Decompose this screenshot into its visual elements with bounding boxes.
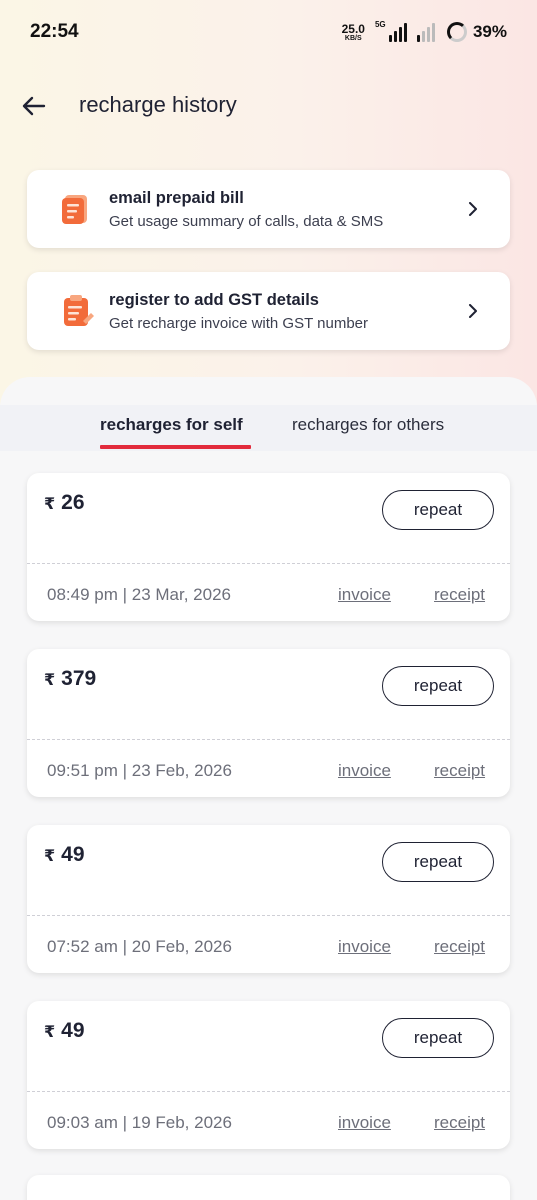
signal-no-service-icon xyxy=(416,22,435,42)
repeat-button[interactable]: repeat xyxy=(382,666,494,706)
app-header: recharge history xyxy=(0,76,537,136)
status-icons: 25.0 KB/S 5G 39% xyxy=(342,20,507,42)
tab-recharges-for-self[interactable]: recharges for self xyxy=(100,415,243,435)
network-speed: 25.0 KB/S xyxy=(342,23,365,42)
chevron-right-icon xyxy=(469,202,477,216)
rupee-symbol: ₹ xyxy=(44,496,56,513)
active-tab-indicator xyxy=(100,445,251,449)
divider xyxy=(27,739,510,740)
promo-title: email prepaid bill xyxy=(109,188,244,207)
recharge-card: ₹49 repeat 07:52 am | 20 Feb, 2026 invoi… xyxy=(27,825,510,973)
amount-value: 49 xyxy=(61,843,85,866)
receipt-link[interactable]: receipt xyxy=(434,761,485,781)
receipt-link[interactable]: receipt xyxy=(434,1113,485,1133)
repeat-button[interactable]: repeat xyxy=(382,842,494,882)
promo-subtitle: Get recharge invoice with GST number xyxy=(109,314,369,332)
recharge-amount: ₹26 xyxy=(44,491,85,515)
network-type-label: 5G xyxy=(374,20,386,29)
divider xyxy=(27,1091,510,1092)
receipt-link[interactable]: receipt xyxy=(434,585,485,605)
invoice-link[interactable]: invoice xyxy=(338,1113,391,1133)
tab-recharges-for-others[interactable]: recharges for others xyxy=(292,415,444,435)
status-time: 22:54 xyxy=(30,21,79,42)
network-speed-unit: KB/S xyxy=(344,34,362,42)
network-speed-value: 25.0 xyxy=(341,21,365,36)
invoice-link[interactable]: invoice xyxy=(338,937,391,957)
page-title: recharge history xyxy=(79,92,237,117)
receipt-link[interactable]: receipt xyxy=(434,937,485,957)
promo-title: register to add GST details xyxy=(109,290,319,309)
repeat-button[interactable]: repeat xyxy=(382,1018,494,1058)
recharge-datetime: 07:52 am | 20 Feb, 2026 xyxy=(47,937,232,956)
rupee-symbol: ₹ xyxy=(44,848,56,865)
invoice-link[interactable]: invoice xyxy=(338,585,391,605)
battery-percent: 39% xyxy=(472,22,507,41)
rupee-symbol: ₹ xyxy=(44,1024,56,1041)
invoice-link[interactable]: invoice xyxy=(338,761,391,781)
signal-5g-icon: 5G xyxy=(374,20,407,42)
recharge-card: ₹379 repeat 09:51 pm | 23 Feb, 2026 invo… xyxy=(27,649,510,797)
recharge-amount: ₹49 xyxy=(44,843,85,867)
back-arrow-icon[interactable] xyxy=(20,92,48,120)
divider xyxy=(27,563,510,564)
repeat-button[interactable]: repeat xyxy=(382,490,494,530)
recharge-amount: ₹379 xyxy=(44,667,96,691)
recharge-datetime: 09:03 am | 19 Feb, 2026 xyxy=(47,1113,232,1132)
rupee-symbol: ₹ xyxy=(44,672,56,689)
register-gst-card[interactable]: register to add GST details Get recharge… xyxy=(27,272,510,350)
chevron-right-icon xyxy=(469,304,477,318)
amount-value: 26 xyxy=(61,491,85,514)
promo-text: register to add GST details Get recharge… xyxy=(109,291,466,332)
amount-value: 49 xyxy=(61,1019,85,1042)
recharge-card-partial xyxy=(27,1175,510,1200)
bill-document-icon xyxy=(62,195,87,224)
recharge-card: ₹49 repeat 09:03 am | 19 Feb, 2026 invoi… xyxy=(27,1001,510,1149)
promo-subtitle: Get usage summary of calls, data & SMS xyxy=(109,212,384,230)
gst-clipboard-icon xyxy=(64,295,94,326)
status-bar: 22:54 25.0 KB/S 5G 39% xyxy=(0,0,537,64)
amount-value: 379 xyxy=(61,667,97,690)
recharge-tabs: recharges for self recharges for others xyxy=(0,405,537,451)
battery-icon xyxy=(446,22,467,42)
recharge-card: ₹26 repeat 08:49 pm | 23 Mar, 2026 invoi… xyxy=(27,473,510,621)
recharge-amount: ₹49 xyxy=(44,1019,85,1043)
promo-text: email prepaid bill Get usage summary of … xyxy=(109,189,466,230)
divider xyxy=(27,915,510,916)
recharge-datetime: 08:49 pm | 23 Mar, 2026 xyxy=(47,585,231,604)
recharge-datetime: 09:51 pm | 23 Feb, 2026 xyxy=(47,761,232,780)
email-prepaid-bill-card[interactable]: email prepaid bill Get usage summary of … xyxy=(27,170,510,248)
